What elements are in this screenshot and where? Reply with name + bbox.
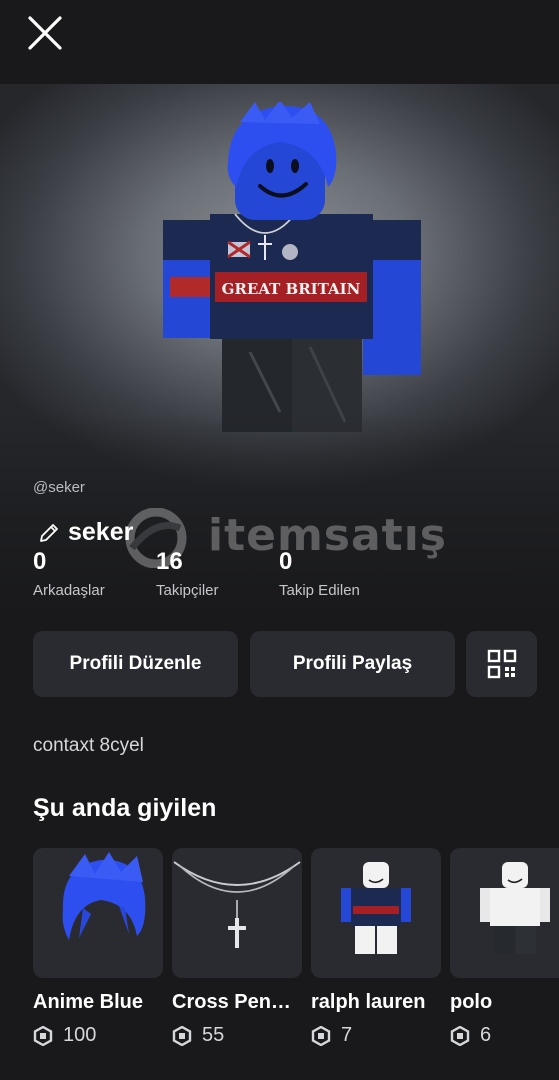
stat-friends[interactable]: 0 Arkadaşlar bbox=[33, 548, 105, 599]
wearing-item[interactable]: Anime Blue 100 bbox=[33, 848, 163, 1047]
edit-profile-button[interactable]: Profili Düzenle bbox=[33, 631, 238, 697]
item-price-value: 7 bbox=[341, 1024, 353, 1046]
avatar-hero: GREAT BRITAIN itemsatış seker @seker 0 A… bbox=[0, 84, 559, 614]
item-name: polo bbox=[450, 991, 493, 1013]
stat-following[interactable]: 0 Takip Edilen bbox=[279, 548, 360, 599]
cross-pendant-icon bbox=[173, 861, 301, 948]
profile-bio: contaxt 8cyel bbox=[33, 735, 144, 756]
item-price: 7 bbox=[311, 1024, 441, 1047]
item-thumbnail-cross-pendant bbox=[172, 848, 302, 978]
wearing-item[interactable]: ralph lauren 7 bbox=[311, 848, 441, 1047]
stat-friends-label: Arkadaşlar bbox=[33, 582, 105, 599]
hair-icon bbox=[62, 852, 146, 940]
stat-followers-label: Takipçiler bbox=[156, 582, 219, 599]
item-name: Anime Blue bbox=[33, 991, 144, 1013]
robux-icon bbox=[311, 1025, 331, 1046]
username-handle: @seker bbox=[33, 479, 85, 496]
robux-icon bbox=[33, 1025, 53, 1046]
stat-followers-value: 16 bbox=[156, 548, 183, 575]
item-price-value: 100 bbox=[63, 1024, 97, 1046]
wearing-section-title: Şu anda giyilen bbox=[33, 794, 217, 822]
pants-avatar-icon bbox=[480, 862, 550, 954]
avatar-figure: GREAT BRITAIN bbox=[163, 102, 421, 432]
stat-friends-value: 0 bbox=[33, 548, 47, 575]
share-profile-button[interactable]: Profili Paylaş bbox=[250, 631, 455, 697]
robux-icon bbox=[450, 1025, 470, 1046]
item-thumbnail-polo bbox=[450, 848, 559, 978]
item-price-value: 55 bbox=[202, 1024, 225, 1046]
item-name: Cross Pen… bbox=[172, 991, 291, 1013]
top-bar bbox=[0, 0, 559, 84]
close-button[interactable] bbox=[26, 14, 64, 52]
robux-icon bbox=[172, 1025, 192, 1046]
display-name-row[interactable]: seker bbox=[38, 518, 133, 547]
item-price: 6 bbox=[450, 1024, 559, 1047]
stat-followers[interactable]: 16 Takipçiler bbox=[156, 548, 219, 599]
wearing-item[interactable]: polo 6 bbox=[450, 848, 559, 1047]
close-icon bbox=[28, 16, 62, 50]
qr-code-button[interactable] bbox=[466, 631, 537, 697]
display-name: seker bbox=[68, 518, 134, 546]
qr-code-icon bbox=[487, 649, 516, 679]
pencil-icon bbox=[40, 523, 58, 542]
wearing-item[interactable]: Cross Pen… 55 bbox=[172, 848, 302, 1047]
item-name: ralph lauren bbox=[311, 991, 426, 1013]
shirt-avatar-icon bbox=[341, 862, 411, 954]
stat-following-value: 0 bbox=[279, 548, 293, 575]
item-price-value: 6 bbox=[480, 1024, 492, 1046]
item-price: 100 bbox=[33, 1024, 163, 1047]
item-thumbnail-anime-blue bbox=[33, 848, 163, 978]
item-price: 55 bbox=[172, 1024, 302, 1047]
stat-following-label: Takip Edilen bbox=[279, 582, 360, 599]
svg-text:GREAT BRITAIN: GREAT BRITAIN bbox=[222, 280, 361, 298]
item-thumbnail-ralph-lauren bbox=[311, 848, 441, 978]
